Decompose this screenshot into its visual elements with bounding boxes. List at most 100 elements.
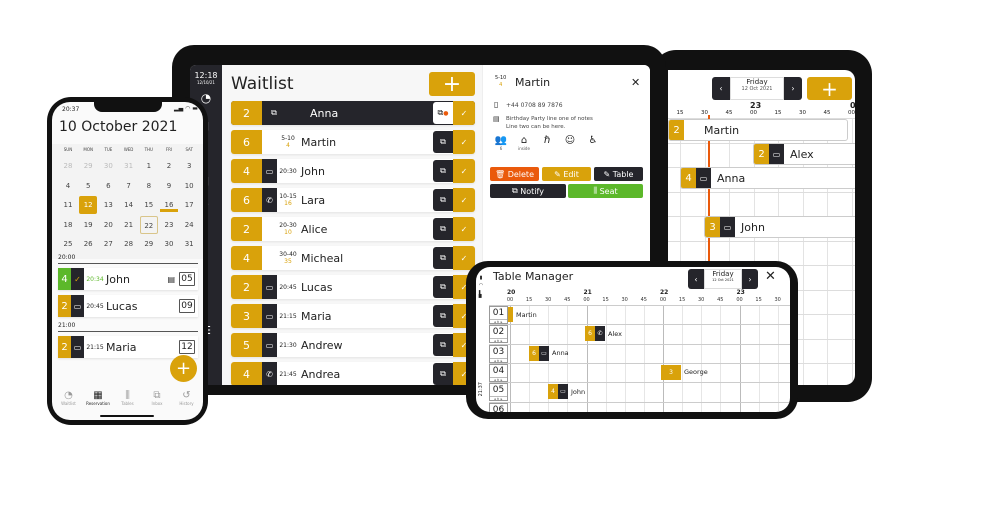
table-label[interactable]: 04 ⌂ ℏ ♿	[489, 363, 508, 382]
calendar-day[interactable]: 20	[99, 216, 117, 234]
notify-message-icon[interactable]: ⧉	[433, 305, 453, 327]
calendar-day[interactable]: 29	[79, 157, 97, 175]
close-icon[interactable]: ✕	[765, 269, 776, 284]
booking-bar[interactable]: 3 ▭ John	[704, 216, 855, 238]
calendar-day[interactable]: 17	[180, 196, 198, 214]
booking-bar[interactable]: 6 ▭ Anna	[529, 345, 669, 361]
waitlist-row[interactable]: 2 ⧉ Anna ⧉ ● ✓	[231, 101, 475, 125]
waitlist-row[interactable]: 3 ▭ 21:15 Maria ⧉ ✓	[231, 304, 475, 328]
check-icon[interactable]: ✓	[453, 188, 475, 212]
calendar-day[interactable]: 22	[139, 215, 158, 234]
booking-bar[interactable]: 3 George	[661, 364, 781, 380]
calendar-day[interactable]: 1	[140, 157, 158, 175]
calendar-day[interactable]: 10	[180, 177, 198, 195]
table-label[interactable]: 06⌂ ℏ ♿	[489, 402, 508, 412]
notify-message-icon[interactable]: ⧉	[433, 334, 453, 356]
table-icon: ▭	[71, 336, 84, 358]
add-reservation-button[interactable]: +	[170, 355, 197, 382]
notify-message-icon[interactable]: ⧉	[433, 276, 453, 298]
calendar-day[interactable]: 28	[120, 235, 138, 253]
calendar-day[interactable]: 5	[79, 177, 97, 195]
next-day-button[interactable]: ›	[742, 269, 758, 289]
add-waitlist-button[interactable]: +	[429, 72, 475, 97]
calendar-day[interactable]: 31	[180, 235, 198, 253]
waitlist-row[interactable]: 2 20-30 10 Alice ⧉ ✓	[231, 217, 475, 241]
calendar-day[interactable]: 12	[79, 196, 98, 215]
reservation-row[interactable]: 4 ✓ 20:34 John ▤ 05	[58, 268, 198, 290]
check-icon[interactable]: ✓	[453, 159, 475, 183]
seat-button[interactable]: ⫼ Seat	[568, 184, 643, 198]
check-icon[interactable]: ✓	[453, 130, 475, 154]
notify-button[interactable]: ⧉ Notify	[490, 184, 566, 198]
edit-button[interactable]: ✎ Edit	[542, 167, 591, 181]
delete-button[interactable]: 🗑 Delete	[490, 167, 539, 181]
notify-message-icon[interactable]: ⧉	[433, 247, 453, 269]
waitlist-row[interactable]: 6 ✆ 10-15 16 Lara ⧉ ✓	[231, 188, 475, 212]
notify-message-icon[interactable]: ⧉	[433, 363, 453, 385]
calendar-day[interactable]: 15	[140, 196, 158, 214]
calendar-day[interactable]: 27	[99, 235, 117, 253]
calendar-day[interactable]: 26	[79, 235, 97, 253]
calendar-day[interactable]: 29	[140, 235, 158, 253]
notify-message-icon[interactable]: ⧉	[433, 131, 453, 153]
waitlist-row[interactable]: 2 ▭ 20:45 Lucas ⧉ ✓	[231, 275, 475, 299]
prev-day-button[interactable]: ‹	[712, 77, 730, 100]
prev-day-button[interactable]: ‹	[688, 269, 704, 289]
waitlist-row[interactable]: 4 30-40 35 Micheal ⧉ ✓	[231, 246, 475, 270]
calendar-day[interactable]: 18	[59, 216, 77, 234]
calendar-day[interactable]: 14	[120, 196, 138, 214]
notify-message-icon[interactable]: ⧉	[433, 160, 453, 182]
calendar-day[interactable]: 19	[79, 216, 97, 234]
booking-bar[interactable]: Martin	[508, 307, 778, 322]
reservation-row[interactable]: 2 ▭ 21:15 Maria 12	[58, 336, 198, 358]
notify-message-icon[interactable]: ⧉	[433, 189, 453, 211]
table-label[interactable]: 01 ⌂ ℏ ♿	[489, 306, 508, 324]
calendar-day[interactable]: 13	[99, 196, 117, 214]
table-label[interactable]: 03 ⌂ ℏ ♿	[489, 344, 508, 363]
calendar-day[interactable]: 31	[120, 157, 138, 175]
nav-inbox[interactable]: ⧉ Inbox	[143, 390, 172, 406]
nav-history[interactable]: ↺ History	[172, 390, 201, 406]
waitlist-row[interactable]: 5 ▭ 21:30 Andrew ⧉ ✓	[231, 333, 475, 357]
calendar-day[interactable]: 30	[99, 157, 117, 175]
reservation-row[interactable]: 2 ▭ 20:45 Lucas 09	[58, 295, 198, 317]
calendar-day[interactable]: 21	[120, 216, 138, 234]
calendar-day[interactable]: 11	[59, 196, 77, 214]
waitlist-row[interactable]: 4 ✆ 21:45 Andrea ⧉ ✓	[231, 362, 475, 385]
next-day-button[interactable]: ›	[784, 77, 802, 100]
calendar-day[interactable]: 23	[160, 216, 178, 234]
date-display[interactable]: Friday 12 Oct 2021	[730, 77, 784, 100]
waitlist-row[interactable]: 4 ▭ 20:30 John ⧉ ✓	[231, 159, 475, 183]
booking-bar[interactable]: 4 ▭ John	[548, 384, 688, 400]
nav-reservation[interactable]: ▦ Reservation	[84, 390, 113, 406]
calendar-day[interactable]: 30	[160, 235, 178, 253]
calendar-day[interactable]: 2	[160, 157, 178, 175]
time-text: 5-10	[281, 135, 295, 142]
calendar-day[interactable]: 28	[59, 157, 77, 175]
calendar-day[interactable]: 4	[59, 177, 77, 195]
notify-message-icon[interactable]: ⧉	[433, 218, 453, 240]
calendar-day[interactable]: 9	[160, 177, 178, 195]
waitlist-row[interactable]: 6 5-10 4 Martin ⧉ ✓	[231, 130, 475, 154]
table-label[interactable]: 05 ⌂ ℏ ♿	[489, 383, 508, 402]
nav-waitlist[interactable]: ◔ Waitlist	[54, 390, 83, 406]
close-icon[interactable]: ✕	[631, 76, 640, 89]
booking-bar[interactable]: 4 ▭ Anna	[680, 167, 855, 189]
booking-bar[interactable]: 2 Martin	[668, 119, 848, 141]
calendar-day[interactable]: 24	[180, 216, 198, 234]
calendar-day[interactable]: 6	[99, 177, 117, 195]
nav-tables[interactable]: ⫼ Tables	[113, 390, 142, 406]
calendar-day[interactable]: 7	[120, 177, 138, 195]
calendar-day[interactable]: 25	[59, 235, 77, 253]
check-icon[interactable]: ✓	[453, 101, 475, 125]
table-label[interactable]: 02 ⌂ ℏ ♿	[489, 325, 508, 344]
calendar-day[interactable]: 8	[140, 177, 158, 195]
check-icon[interactable]: ✓	[453, 217, 475, 241]
notify-message-icon[interactable]: ⧉ ●	[433, 102, 453, 124]
booking-bar[interactable]: 2 ▭ Alex	[753, 143, 855, 165]
table-button[interactable]: ✎ Table	[594, 167, 643, 181]
date-display[interactable]: Friday 12 Oct 2021	[704, 269, 742, 289]
add-button[interactable]: +	[807, 77, 852, 101]
booking-bar[interactable]: 6 ✆ Alex	[585, 326, 675, 342]
calendar-day[interactable]: 3	[180, 157, 198, 175]
